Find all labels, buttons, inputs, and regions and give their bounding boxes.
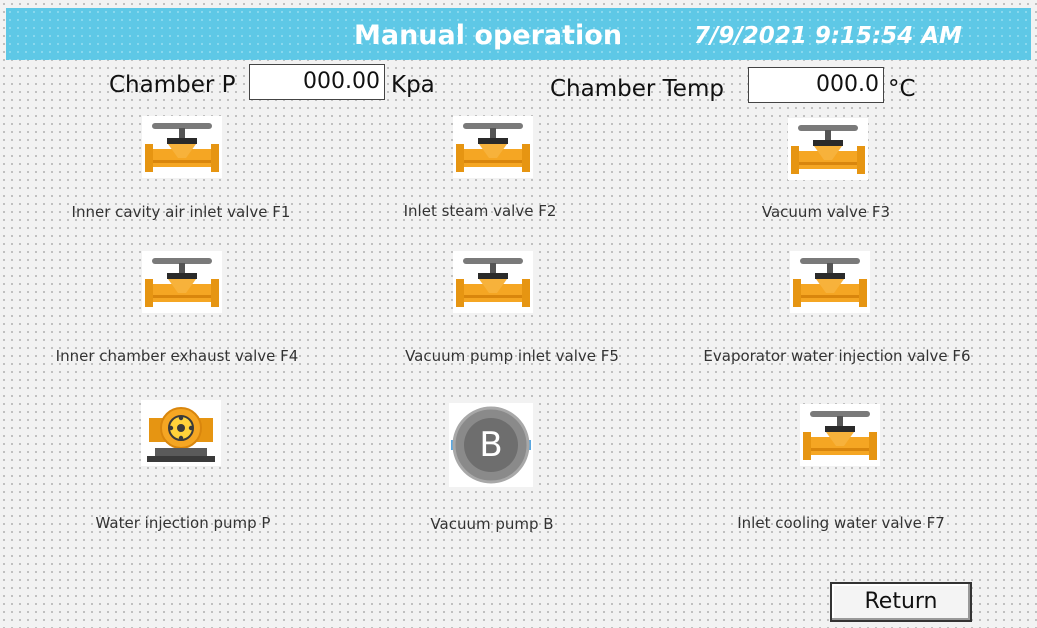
vacuum-pump-label: Vacuum pump B (430, 515, 554, 533)
chamber-temp-field[interactable]: 000.0 (748, 67, 884, 103)
valve-f1-icon[interactable] (142, 116, 222, 178)
chamber-p-field[interactable]: 000.00 (249, 64, 385, 100)
return-button[interactable]: Return (830, 582, 972, 622)
valve-f7-icon[interactable] (800, 404, 880, 466)
valve-f3-icon[interactable] (788, 118, 868, 180)
valve-f1-label: Inner cavity air inlet valve F1 (71, 203, 291, 221)
title-bar: Manual operation 7/9/2021 9:15:54 AM (6, 8, 1031, 60)
chamber-temp-unit: °C (888, 76, 916, 102)
water-injection-pump-label: Water injection pump P (95, 514, 271, 532)
page-title: Manual operation (354, 20, 623, 51)
valve-f4-icon[interactable] (142, 251, 222, 313)
chamber-p-label: Chamber P (109, 72, 236, 98)
chamber-p-unit: Kpa (391, 72, 435, 98)
date-time-display: 7/9/2021 9:15:54 AM (694, 23, 962, 49)
valve-f3-label: Vacuum valve F3 (761, 203, 891, 221)
water-injection-pump-icon[interactable] (141, 400, 221, 466)
valve-f5-label: Vacuum pump inlet valve F5 (405, 347, 619, 365)
valve-f7-label: Inlet cooling water valve F7 (737, 514, 945, 532)
vacuum-pump-badge: B (479, 425, 502, 465)
valve-f5-icon[interactable] (453, 251, 533, 313)
valve-f6-icon[interactable] (790, 251, 870, 313)
chamber-temp-label: Chamber Temp (550, 76, 724, 102)
valve-f2-icon[interactable] (453, 116, 533, 178)
valve-f4-label: Inner chamber exhaust valve F4 (55, 347, 299, 365)
valve-f2-label: Inlet steam valve F2 (403, 202, 557, 220)
valve-f6-label: Evaporator water injection valve F6 (703, 347, 971, 365)
vacuum-pump-icon[interactable]: B (449, 403, 533, 487)
